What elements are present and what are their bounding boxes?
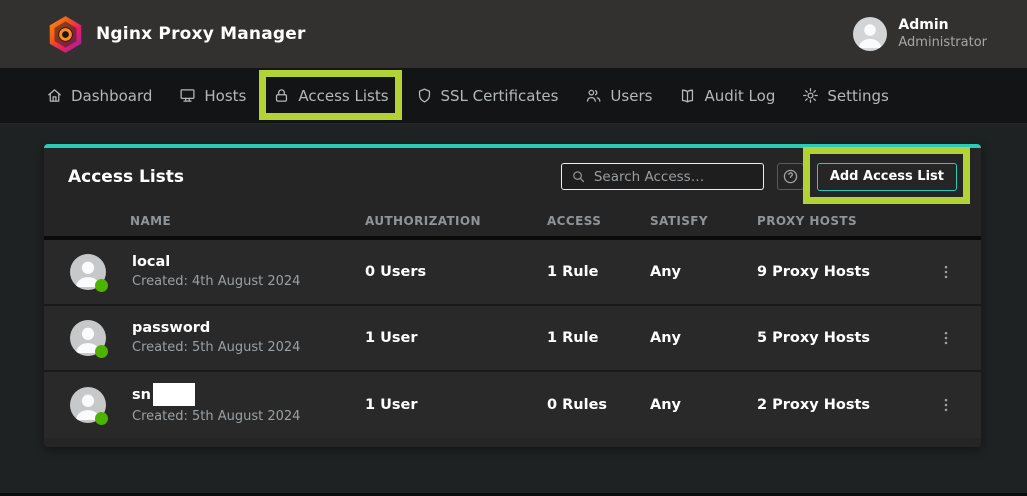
proxy-hosts-value: 9 Proxy Hosts xyxy=(757,264,917,280)
column-header-authorization: AUTHORIZATION xyxy=(365,214,547,228)
nav-label: Audit Log xyxy=(704,87,775,105)
status-dot xyxy=(95,345,108,358)
search-icon xyxy=(571,169,586,184)
nav-item-dashboard[interactable]: Dashboard xyxy=(46,87,152,105)
nav-item-users[interactable]: Users xyxy=(585,87,652,105)
home-icon xyxy=(46,87,63,104)
row-menu-button[interactable] xyxy=(935,261,957,283)
proxy-hosts-value: 5 Proxy Hosts xyxy=(757,330,917,346)
monitor-icon xyxy=(179,87,196,104)
gear-icon xyxy=(802,87,819,104)
user-name: Admin xyxy=(898,17,987,35)
nav-label: SSL Certificates xyxy=(441,87,559,105)
nav-item-hosts[interactable]: Hosts xyxy=(179,87,246,105)
created-date: Created: 5th August 2024 xyxy=(132,408,300,426)
name-cell: password Created: 5th August 2024 xyxy=(68,319,365,356)
main-nav: Dashboard Hosts Access Lists SSL Certifi… xyxy=(0,68,1027,124)
table-header: NAME AUTHORIZATION ACCESS SATISFY PROXY … xyxy=(44,205,981,240)
row-menu-button[interactable] xyxy=(935,327,957,349)
access-list-name: password xyxy=(132,319,300,339)
satisfy-value: Any xyxy=(650,330,757,346)
circle-question-icon xyxy=(782,168,799,185)
kebab-menu-icon xyxy=(937,396,955,414)
shield-icon xyxy=(416,87,433,104)
search-box xyxy=(561,163,764,190)
nav-label: Access Lists xyxy=(298,87,388,105)
nav-item-access-lists[interactable]: Access Lists xyxy=(273,87,388,105)
redaction-box xyxy=(153,383,195,406)
authorization-value: 1 User xyxy=(365,397,547,413)
kebab-menu-icon xyxy=(937,329,955,347)
authorization-value: 0 Users xyxy=(365,264,547,280)
book-icon xyxy=(679,87,696,104)
users-icon xyxy=(585,87,602,104)
access-value: 1 Rule xyxy=(547,330,650,346)
access-list-name: local xyxy=(132,253,300,273)
column-header-access: ACCESS xyxy=(547,214,650,228)
column-header-satisfy: SATISFY xyxy=(650,214,757,228)
row-avatar xyxy=(68,387,106,423)
nav-label: Dashboard xyxy=(71,87,152,105)
nginx-proxy-manager-logo-icon xyxy=(48,15,83,54)
table-row[interactable]: password Created: 5th August 2024 1 User… xyxy=(44,306,981,372)
created-date: Created: 5th August 2024 xyxy=(132,339,300,357)
authorization-value: 1 User xyxy=(365,330,547,346)
search-input[interactable] xyxy=(594,169,754,185)
user-avatar xyxy=(853,17,887,51)
panel-header: Access Lists Add Access List xyxy=(44,148,981,205)
nav-item-ssl-certificates[interactable]: SSL Certificates xyxy=(416,87,559,105)
user-info: Admin Administrator xyxy=(898,17,987,51)
help-button[interactable] xyxy=(777,163,804,190)
kebab-menu-icon xyxy=(937,263,955,281)
status-dot xyxy=(95,279,108,292)
person-icon xyxy=(853,17,887,51)
name-cell: local Created: 4th August 2024 xyxy=(68,253,365,290)
row-avatar xyxy=(68,320,106,356)
panel-title: Access Lists xyxy=(68,167,184,187)
access-value: 0 Rules xyxy=(547,397,650,413)
table-row[interactable]: local Created: 4th August 2024 0 Users 1… xyxy=(44,240,981,306)
table-row[interactable]: sn Created: 5th August 2024 1 User 0 Rul… xyxy=(44,372,981,438)
nav-label: Settings xyxy=(827,87,889,105)
proxy-hosts-value: 2 Proxy Hosts xyxy=(757,397,917,413)
satisfy-value: Any xyxy=(650,397,757,413)
row-menu-button[interactable] xyxy=(935,394,957,416)
lock-icon xyxy=(273,87,290,104)
satisfy-value: Any xyxy=(650,264,757,280)
nav-label: Hosts xyxy=(204,87,246,105)
panel-toolbar: Add Access List xyxy=(561,163,957,191)
nav-label: Users xyxy=(610,87,652,105)
nav-item-settings[interactable]: Settings xyxy=(802,87,889,105)
column-header-name: NAME xyxy=(68,214,365,228)
user-menu[interactable]: Admin Administrator xyxy=(853,17,987,51)
name-cell: sn Created: 5th August 2024 xyxy=(68,385,365,426)
top-header-bar: Nginx Proxy Manager Admin Administrator xyxy=(0,0,1027,68)
access-value: 1 Rule xyxy=(547,264,650,280)
row-avatar xyxy=(68,254,106,290)
user-role: Administrator xyxy=(898,35,987,51)
status-dot xyxy=(95,412,108,425)
add-access-list-button[interactable]: Add Access List xyxy=(817,163,957,191)
access-list-name: sn xyxy=(132,386,151,406)
column-header-proxy-hosts: PROXY HOSTS xyxy=(757,214,917,228)
nav-item-audit-log[interactable]: Audit Log xyxy=(679,87,775,105)
app-title: Nginx Proxy Manager xyxy=(96,24,306,44)
created-date: Created: 4th August 2024 xyxy=(132,273,300,291)
app-brand: Nginx Proxy Manager xyxy=(48,15,306,54)
access-lists-panel: Access Lists Add Access List NAME AUTHOR… xyxy=(44,144,981,447)
